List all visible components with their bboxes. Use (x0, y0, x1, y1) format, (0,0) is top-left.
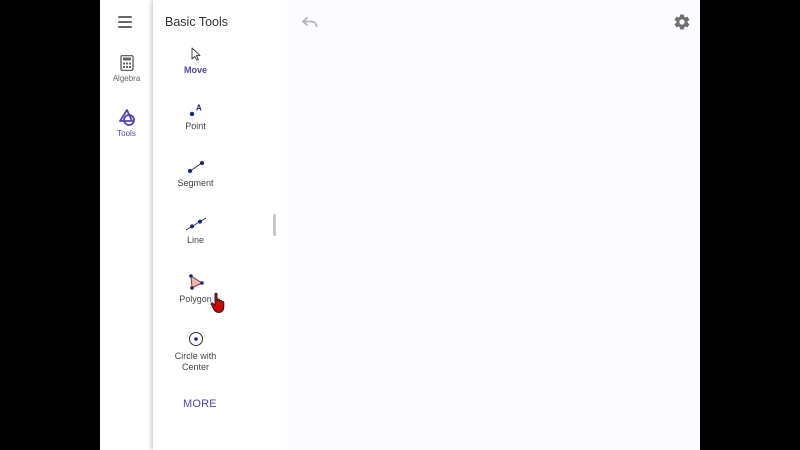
tool-point[interactable]: A Point (153, 103, 238, 132)
left-rail: Algebra Tools (100, 0, 153, 450)
undo-button[interactable] (302, 15, 318, 33)
circle-center-icon (188, 332, 203, 346)
segment-icon (187, 161, 204, 173)
tool-label-circle-line2: Center (181, 362, 209, 372)
tool-label-move: Move (183, 65, 207, 75)
panel-title: Basic Tools (165, 15, 228, 29)
undo-icon (302, 17, 318, 28)
panel-scrollbar[interactable] (273, 214, 276, 236)
line-icon (185, 217, 206, 231)
tool-move[interactable]: Move (153, 47, 238, 76)
tools-shapes-icon (118, 109, 135, 126)
menu-button[interactable] (118, 15, 134, 29)
tool-label-line: Line (186, 235, 204, 245)
rail-item-algebra[interactable]: Algebra (100, 55, 153, 83)
hand-cursor-icon (210, 292, 225, 313)
hamburger-icon-bar (118, 16, 132, 18)
geogebra-app: Algebra Tools Basic Tools Move A Point S… (100, 0, 700, 450)
tool-label-circle-center: Circle with Center (153, 351, 238, 373)
tools-panel: Basic Tools Move A Point Segment Line Po… (153, 0, 283, 450)
rail-label-tools: Tools (117, 129, 136, 138)
gear-icon (674, 14, 690, 30)
rail-label-algebra: Algebra (112, 74, 141, 83)
graphics-view[interactable] (283, 0, 700, 450)
hamburger-icon-bar (118, 26, 132, 28)
svg-text:A: A (196, 104, 202, 113)
polygon-icon (188, 274, 204, 290)
more-button[interactable]: MORE (183, 398, 217, 410)
rail-item-tools[interactable]: Tools (100, 109, 153, 138)
calculator-icon (119, 55, 134, 71)
tool-label-circle-line1: Circle with (174, 351, 217, 361)
arrow-cursor-icon (191, 47, 200, 61)
hamburger-icon-bar (118, 21, 132, 23)
tool-circle-center[interactable]: Circle with Center (153, 331, 238, 373)
settings-button[interactable] (673, 13, 691, 36)
tool-line[interactable]: Line (153, 217, 238, 246)
tool-label-point: Point (185, 121, 206, 131)
point-icon: A (189, 104, 202, 117)
tool-segment[interactable]: Segment (153, 160, 238, 189)
tool-label-segment: Segment (177, 178, 214, 188)
